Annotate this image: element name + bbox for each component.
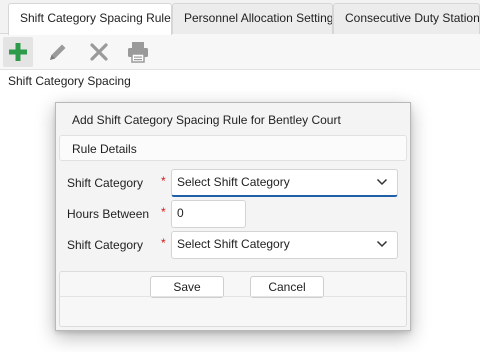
shift-category-2-value: Select Shift Category bbox=[177, 237, 290, 251]
required-marker: * bbox=[161, 236, 166, 250]
dialog-title: Add Shift Category Spacing Rule for Bent… bbox=[72, 113, 341, 127]
shift-category-2-select[interactable]: Select Shift Category bbox=[171, 231, 398, 259]
app-window: Shift Category Spacing Rules Personnel A… bbox=[0, 0, 480, 352]
tab-consecutive-duty-station-rules[interactable]: Consecutive Duty Station Rules bbox=[333, 3, 480, 34]
print-icon bbox=[128, 42, 148, 63]
hours-between-value: 0 bbox=[177, 206, 184, 220]
shift-category-2-label: Shift Category bbox=[67, 238, 144, 252]
save-button[interactable]: Save bbox=[150, 276, 224, 298]
dialog-footer: Save Cancel bbox=[59, 271, 407, 327]
required-marker: * bbox=[161, 174, 166, 188]
chevron-down-icon bbox=[376, 240, 388, 248]
hours-between-label: Hours Between bbox=[67, 207, 150, 221]
rule-details-form: Shift Category * Select Shift Category H… bbox=[59, 165, 407, 267]
footer-divider bbox=[60, 296, 406, 297]
tab-personnel-allocation-settings[interactable]: Personnel Allocation Settings bbox=[172, 3, 333, 34]
tab-shift-category-spacing-rules[interactable]: Shift Category Spacing Rules bbox=[8, 3, 172, 35]
add-rule-dialog: Add Shift Category Spacing Rule for Bent… bbox=[55, 102, 411, 331]
print-button[interactable] bbox=[123, 37, 153, 67]
add-button[interactable] bbox=[3, 37, 33, 67]
rule-details-label: Rule Details bbox=[72, 142, 137, 156]
shift-category-1-label: Shift Category bbox=[67, 176, 144, 190]
hours-between-input[interactable]: 0 bbox=[171, 200, 246, 228]
tab-strip: Shift Category Spacing Rules Personnel A… bbox=[0, 0, 480, 35]
rule-details-header: Rule Details bbox=[59, 135, 407, 161]
chevron-down-icon bbox=[376, 178, 388, 186]
toolbar bbox=[0, 34, 480, 70]
delete-icon bbox=[90, 43, 108, 61]
shift-category-1-select[interactable]: Select Shift Category bbox=[171, 169, 398, 197]
edit-button[interactable] bbox=[43, 37, 73, 67]
shift-category-1-value: Select Shift Category bbox=[177, 175, 290, 189]
panel-title: Shift Category Spacing bbox=[8, 74, 131, 88]
add-icon bbox=[9, 43, 27, 61]
delete-button[interactable] bbox=[84, 37, 114, 67]
cancel-button[interactable]: Cancel bbox=[250, 276, 324, 298]
required-marker: * bbox=[161, 205, 166, 219]
edit-icon bbox=[50, 44, 66, 60]
